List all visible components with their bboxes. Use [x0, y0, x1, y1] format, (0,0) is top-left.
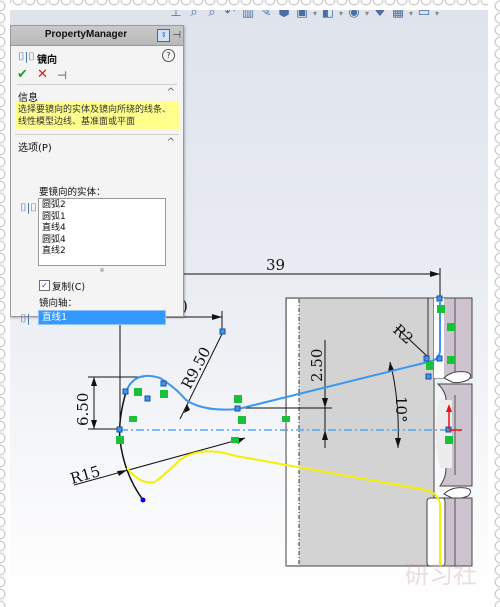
chevron-up-icon[interactable]: ^ — [167, 137, 175, 148]
arc-r15[interactable] — [118, 391, 144, 501]
torn-edge-left — [0, 0, 10, 607]
ok-button[interactable]: ✔ — [17, 67, 28, 82]
list-item[interactable]: 直线4 — [42, 223, 162, 235]
dimension-r9-50-text[interactable]: R9.50 — [178, 344, 215, 392]
pin-icon[interactable]: ⊣ — [172, 30, 181, 41]
part-body — [285, 297, 473, 567]
property-manager-title: PropertyManager — [44, 29, 128, 40]
cancel-button[interactable]: ✕ — [37, 67, 48, 82]
action-buttons: ✔ ✕ ⊣ — [17, 66, 177, 85]
help-icon[interactable]: ? — [162, 49, 175, 62]
part-left-edge-face — [287, 299, 299, 565]
list-item[interactable]: 圆弧1 — [42, 212, 162, 224]
coincident-relation-icon — [238, 416, 246, 424]
coincident-relation-icon — [437, 305, 445, 313]
mirror-axis-icon: ⌷| — [20, 312, 31, 325]
vertical-relation-icon — [447, 323, 455, 331]
horizontal-relation-icon — [231, 437, 239, 443]
copy-checkbox[interactable]: ✓ — [39, 280, 50, 291]
tangent-relation-icon — [426, 362, 434, 370]
entities-to-mirror-icon: ⌷|⌷ — [20, 201, 37, 214]
keep-visible-pin-button[interactable]: ⊣ — [57, 69, 67, 82]
dimension-39-text[interactable]: 39 — [266, 256, 285, 274]
tangent-relation-icon — [234, 395, 242, 403]
tangent-relation-icon — [447, 356, 455, 364]
feature-name: 镜向 — [37, 55, 57, 66]
chevron-up-icon[interactable]: ^ — [167, 87, 175, 98]
dimension-6-50-text[interactable]: 6.50 — [74, 393, 92, 426]
mirror-axis-field[interactable]: 直线1 — [38, 310, 166, 325]
tangent-relation-icon — [160, 390, 168, 398]
tangent-relation-icon — [134, 388, 142, 396]
list-item[interactable]: 直线2 — [42, 246, 162, 258]
arc-endpoint[interactable] — [140, 497, 146, 503]
list-item[interactable]: 圆弧4 — [42, 235, 162, 247]
entities-to-mirror-list[interactable]: 圆弧2 圆弧1 直线4 圆弧4 直线2 — [38, 198, 166, 266]
feature-header: ⌷|⌷ 镜向 ? — [11, 46, 183, 66]
split-panel-icon[interactable]: ⇕ — [157, 29, 171, 42]
horizontal-relation-icon — [129, 416, 137, 422]
watermark: 研习社 — [405, 561, 477, 589]
dimension-2-50-text[interactable]: 2.50 — [308, 349, 326, 382]
property-manager-header: PropertyManager ⇕ ⊣ — [11, 26, 183, 46]
dimension-r15-text[interactable]: R15 — [68, 462, 102, 488]
info-section-label: 信息 — [18, 93, 38, 104]
list-item[interactable]: 圆弧2 — [42, 200, 162, 212]
options-section-header[interactable]: 选项(P) ^ — [11, 135, 183, 154]
dimension-angle-10-text[interactable]: 10° — [392, 396, 410, 423]
groove-lower — [443, 487, 472, 500]
copy-checkbox-label[interactable]: 复制(C) — [52, 279, 85, 293]
mirror-icon: ⌷|⌷ — [18, 50, 35, 63]
mirror-axis-label: 镜向轴： — [39, 298, 78, 309]
info-message: 选择要镜向的实体及镜向所绕的线条、线性模型边线、基准面或平面 — [15, 102, 179, 130]
options-section-label: 选项(P) — [18, 143, 52, 154]
coincident-relation-icon — [445, 436, 453, 444]
property-manager-panel: PropertyManager ⇕ ⊣ ⌷|⌷ 镜向 ? ✔ ✕ ⊣ 信息 ^ … — [10, 25, 184, 325]
torn-edge-right — [488, 0, 500, 607]
info-section-header[interactable]: 信息 ^ — [11, 85, 183, 104]
list-resize-handle[interactable] — [100, 268, 104, 272]
horizontal-relation-icon — [282, 416, 290, 422]
coincident-relation-icon — [116, 436, 124, 444]
entities-label: 要镜向的实体： — [39, 187, 106, 198]
torn-edge-top — [0, 0, 500, 10]
app-frame: ⊥ ⌕ ⌕ ↶ ▥ ✎ ⬢ ▣ ▾ ◧ ▾ ◉ ▾ ♥ ▦ ▾ ▭ ▾ 39)… — [0, 0, 500, 607]
